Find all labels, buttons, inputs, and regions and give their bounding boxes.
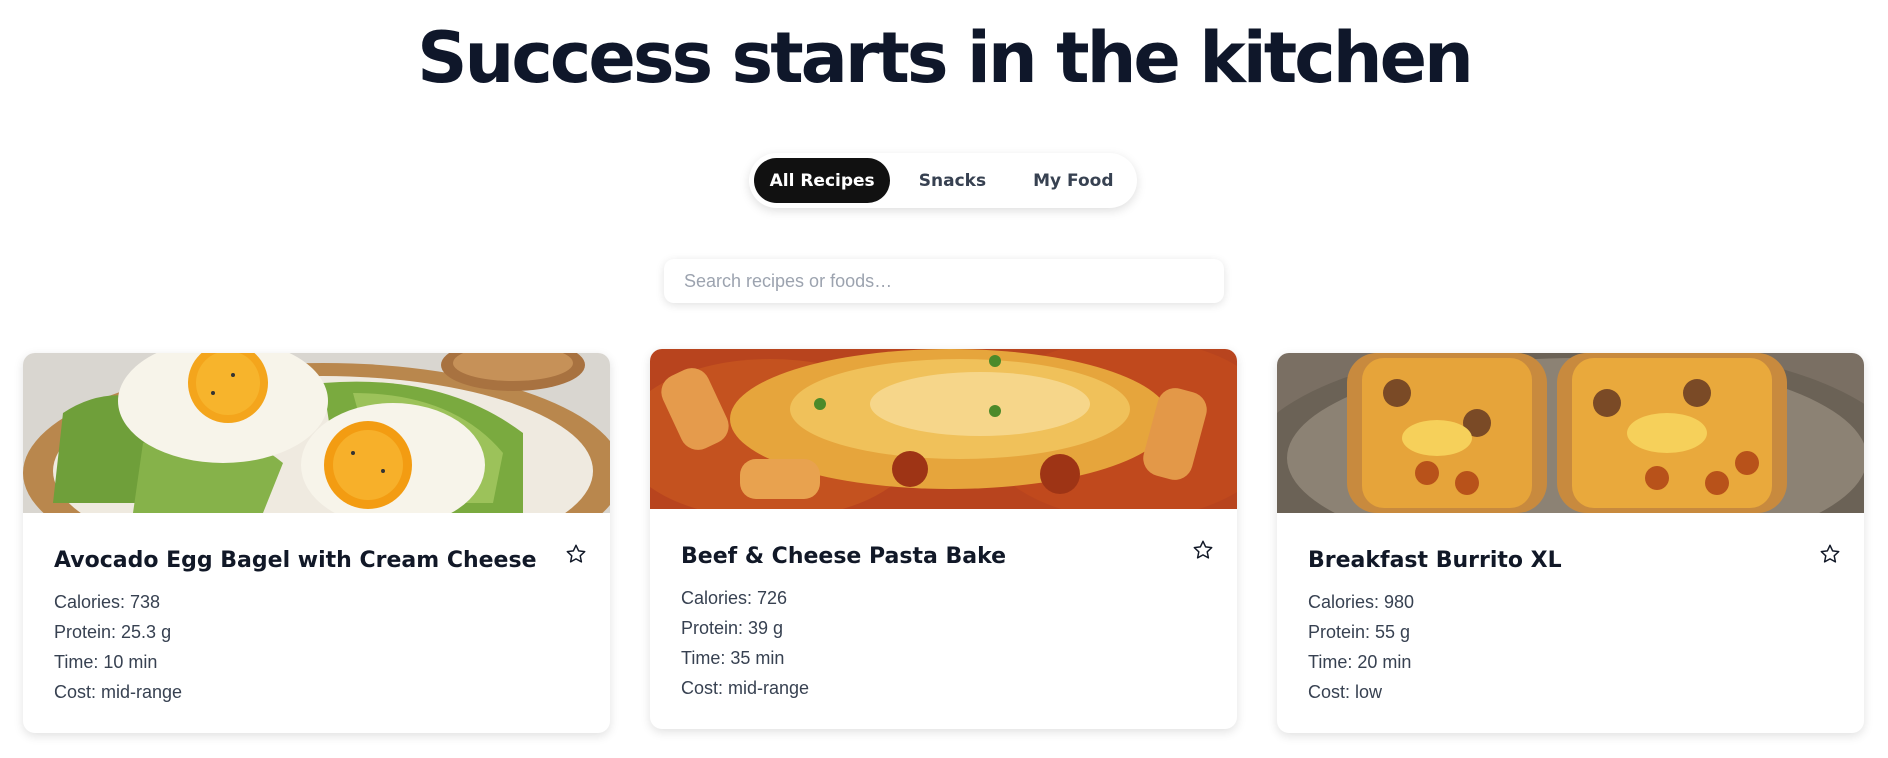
tab-my-food[interactable]: My Food — [1015, 158, 1132, 203]
recipe-title: Breakfast Burrito XL — [1308, 548, 1562, 573]
star-icon[interactable] — [1816, 540, 1844, 568]
recipe-cost: Cost: low — [1308, 682, 1383, 702]
recipe-cost: Cost: mid-range — [54, 682, 183, 702]
recipe-card[interactable]: Breakfast Burrito XL Calories: 980 Prote… — [1277, 353, 1864, 733]
recipe-time: Time: 10 min — [54, 652, 158, 672]
recipe-card[interactable]: Beef & Cheese Pasta Bake Calories: 726 P… — [650, 349, 1237, 729]
recipe-protein: Protein: 39 g — [681, 618, 784, 638]
recipe-image-beef-cheese-pasta-bake — [650, 349, 1237, 509]
star-icon[interactable] — [1189, 536, 1217, 564]
recipe-time: Time: 35 min — [681, 648, 785, 668]
recipe-protein: Protein: 55 g — [1308, 622, 1411, 642]
recipe-protein: Protein: 25.3 g — [54, 622, 172, 642]
recipe-cost: Cost: mid-range — [681, 678, 810, 698]
recipe-time: Time: 20 min — [1308, 652, 1412, 672]
recipe-card[interactable]: Avocado Egg Bagel with Cream Cheese Calo… — [23, 353, 610, 733]
recipe-title: Beef & Cheese Pasta Bake — [681, 544, 1007, 569]
recipe-image-breakfast-burrito — [1277, 353, 1864, 513]
search-input[interactable] — [664, 259, 1224, 303]
recipe-image-avocado-egg-bagel — [23, 353, 610, 513]
page-title: Success starts in the kitchen — [417, 17, 1474, 99]
recipe-calories: Calories: 726 — [681, 588, 788, 608]
tab-all-recipes[interactable]: All Recipes — [754, 158, 891, 203]
star-icon[interactable] — [562, 540, 590, 568]
recipe-calories: Calories: 980 — [1308, 592, 1415, 612]
tab-snacks[interactable]: Snacks — [890, 158, 1014, 203]
recipe-calories: Calories: 738 — [54, 592, 161, 612]
search-box — [664, 259, 1224, 303]
recipe-title: Avocado Egg Bagel with Cream Cheese — [54, 548, 537, 573]
recipe-tabs: All Recipes Snacks My Food — [749, 153, 1137, 208]
